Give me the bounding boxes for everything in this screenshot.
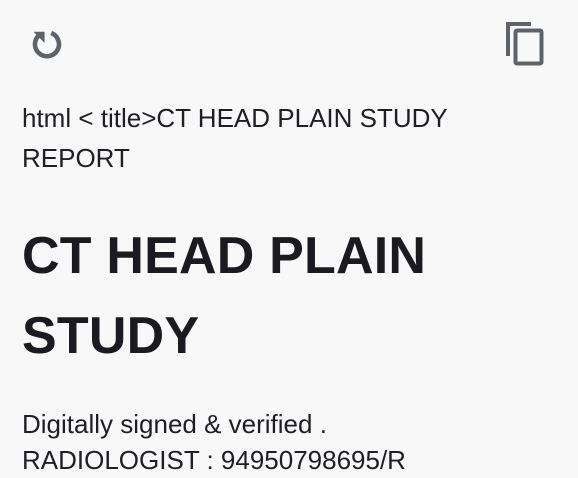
reload-button[interactable] [26, 24, 66, 64]
report-heading: CT HEAD PLAIN STUDY [22, 227, 427, 365]
copy-button[interactable] [500, 18, 550, 70]
radiologist-line: RADIOLOGIST : 94950798695/R [22, 445, 406, 475]
document-content: html < title>CT HEAD PLAIN STUDY REPORT … [22, 98, 552, 478]
reload-icon [32, 30, 62, 59]
raw-title-text: html < title>CT HEAD PLAIN STUDY REPORT [22, 103, 448, 173]
toolbar [0, 0, 578, 90]
signed-verified-text: Digitally signed & verified . [22, 409, 327, 439]
copy-icon [506, 22, 544, 66]
